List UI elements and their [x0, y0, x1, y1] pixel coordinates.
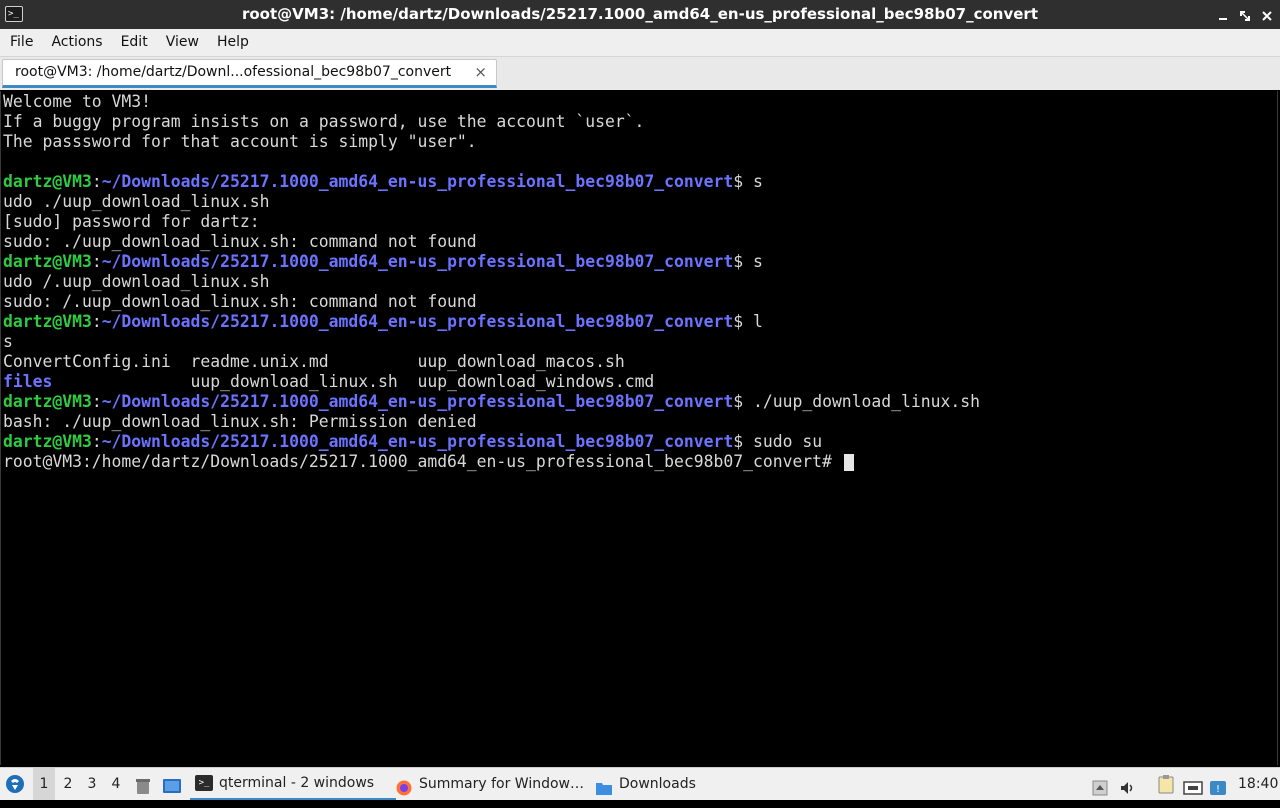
task-label: qterminal - 2 windows	[219, 775, 375, 791]
workspace-4[interactable]: 4	[105, 768, 127, 800]
prompt-line: dartz@VM3:~/Downloads/25217.1000_amd64_e…	[3, 172, 980, 192]
ls-padding	[52, 372, 190, 391]
command-text: s	[753, 172, 763, 191]
menu-bar: File Actions Edit View Help	[0, 29, 1280, 57]
taskbar: 1 2 3 4 >_ qterminal - 2 windows Summary…	[0, 767, 1280, 800]
ls-entry: uup_download_linux.sh	[190, 372, 418, 391]
workspace-2[interactable]: 2	[57, 768, 79, 800]
output-line: sudo: ./uup_download_linux.sh: command n…	[3, 232, 477, 251]
prompt-line: dartz@VM3:~/Downloads/25217.1000_amd64_e…	[3, 252, 980, 272]
prompt-colon: :	[91, 392, 102, 411]
prompt-colon: :	[91, 172, 102, 191]
prompt-path: ~/Downloads/25217.1000_amd64_en-us_profe…	[101, 432, 734, 451]
command-text: l	[753, 312, 763, 331]
ls-entry: readme.unix.md	[190, 352, 418, 371]
tray-arrow-icon[interactable]	[1092, 776, 1108, 796]
task-qterminal[interactable]: >_ qterminal - 2 windows	[190, 768, 396, 800]
output-line: udo ./uup_download_linux.sh	[3, 192, 270, 211]
command-text: s	[753, 252, 763, 271]
terminal-tab[interactable]: root@VM3: /home/dartz/Downl...ofessional…	[2, 59, 497, 88]
network-icon[interactable]	[1183, 776, 1203, 795]
close-tab-icon[interactable]: ×	[474, 63, 487, 81]
terminal-icon: >_	[195, 775, 213, 791]
text-cursor	[843, 454, 854, 471]
output-line: Welcome to VM3!	[3, 92, 152, 111]
prompt-sign: $	[733, 392, 753, 411]
clipboard-icon[interactable]	[1157, 774, 1175, 794]
workspace-1[interactable]: 1	[33, 768, 55, 800]
window-title: root@VM3: /home/dartz/Downloads/25217.10…	[241, 5, 1038, 23]
prompt-line: dartz@VM3:~/Downloads/25217.1000_amd64_e…	[3, 392, 980, 412]
output-line: The passsword for that account is simply…	[3, 132, 477, 151]
update-notifier-icon[interactable]: !	[1209, 776, 1227, 795]
prompt-sign: $	[733, 252, 753, 271]
task-label: Downloads	[619, 776, 696, 792]
show-desktop-icon[interactable]	[162, 775, 182, 793]
ls-directory-entry: files	[3, 372, 53, 391]
prompt-path: ~/Downloads/25217.1000_amd64_en-us_profe…	[101, 172, 734, 191]
prompt-user: dartz@VM3	[3, 392, 92, 411]
output-line: sudo: /.uup_download_linux.sh: command n…	[3, 292, 477, 311]
prompt-sign: $	[733, 172, 753, 191]
prompt-path: ~/Downloads/25217.1000_amd64_en-us_profe…	[101, 392, 734, 411]
prompt-sign: $	[733, 432, 753, 451]
menu-file[interactable]: File	[1, 29, 42, 56]
close-window-icon[interactable]	[1260, 8, 1274, 22]
ls-row: files uup_download_linux.sh uup_download…	[3, 372, 980, 392]
task-firefox[interactable]: Summary for Window…	[390, 768, 596, 800]
output-line: If a buggy program insists on a password…	[3, 112, 645, 131]
tab-bar: root@VM3: /home/dartz/Downl...ofessional…	[0, 57, 1280, 90]
volume-icon[interactable]	[1119, 776, 1137, 794]
prompt-user: dartz@VM3	[3, 172, 92, 191]
minimize-icon[interactable]	[1216, 8, 1230, 22]
menu-help[interactable]: Help	[208, 29, 258, 56]
menu-edit[interactable]: Edit	[112, 29, 157, 56]
menu-actions[interactable]: Actions	[42, 29, 111, 56]
trash-icon[interactable]	[134, 775, 152, 794]
ls-entry: ConvertConfig.ini	[3, 352, 191, 371]
task-label: Summary for Window…	[419, 776, 585, 792]
start-menu-icon[interactable]	[4, 773, 26, 795]
prompt-user: dartz@VM3	[3, 252, 92, 271]
output-line: [sudo] password for dartz:	[3, 212, 260, 231]
prompt-path: ~/Downloads/25217.1000_amd64_en-us_profe…	[101, 252, 734, 271]
task-downloads[interactable]: Downloads	[590, 768, 710, 800]
root-prompt-line[interactable]: root@VM3:/home/dartz/Downloads/25217.100…	[3, 452, 980, 472]
clock[interactable]: 18:40	[1238, 768, 1278, 800]
prompt-user: dartz@VM3	[3, 312, 92, 331]
ls-row: ConvertConfig.ini readme.unix.md uup_dow…	[3, 352, 980, 372]
svg-text:!: !	[1216, 784, 1220, 795]
folder-icon	[595, 776, 613, 795]
command-text: ./uup_download_linux.sh	[753, 392, 980, 411]
root-prompt: root@VM3:/home/dartz/Downloads/25217.100…	[3, 452, 842, 471]
terminal-view[interactable]: Welcome to VM3! If a buggy program insis…	[0, 91, 1278, 765]
prompt-colon: :	[91, 312, 102, 331]
output-line: s	[3, 332, 13, 351]
ls-entry: uup_download_windows.cmd	[417, 372, 655, 391]
window-titlebar[interactable]: >_ root@VM3: /home/dartz/Downloads/25217…	[0, 0, 1280, 29]
prompt-line: dartz@VM3:~/Downloads/25217.1000_amd64_e…	[3, 432, 980, 452]
prompt-colon: :	[91, 252, 102, 271]
output-line: bash: ./uup_download_linux.sh: Permissio…	[3, 412, 477, 431]
prompt-colon: :	[91, 432, 102, 451]
tab-label: root@VM3: /home/dartz/Downl...ofessional…	[15, 64, 452, 80]
prompt-user: dartz@VM3	[3, 432, 92, 451]
maximize-icon[interactable]	[1238, 8, 1252, 22]
menu-view[interactable]: View	[157, 29, 208, 56]
output-line: udo /.uup_download_linux.sh	[3, 272, 270, 291]
workspace-3[interactable]: 3	[81, 768, 103, 800]
ls-entry: uup_download_macos.sh	[417, 352, 625, 371]
prompt-sign: $	[733, 312, 753, 331]
command-text: sudo su	[753, 432, 823, 451]
prompt-path: ~/Downloads/25217.1000_amd64_en-us_profe…	[101, 312, 734, 331]
firefox-icon	[395, 776, 413, 796]
prompt-line: dartz@VM3:~/Downloads/25217.1000_amd64_e…	[3, 312, 980, 332]
